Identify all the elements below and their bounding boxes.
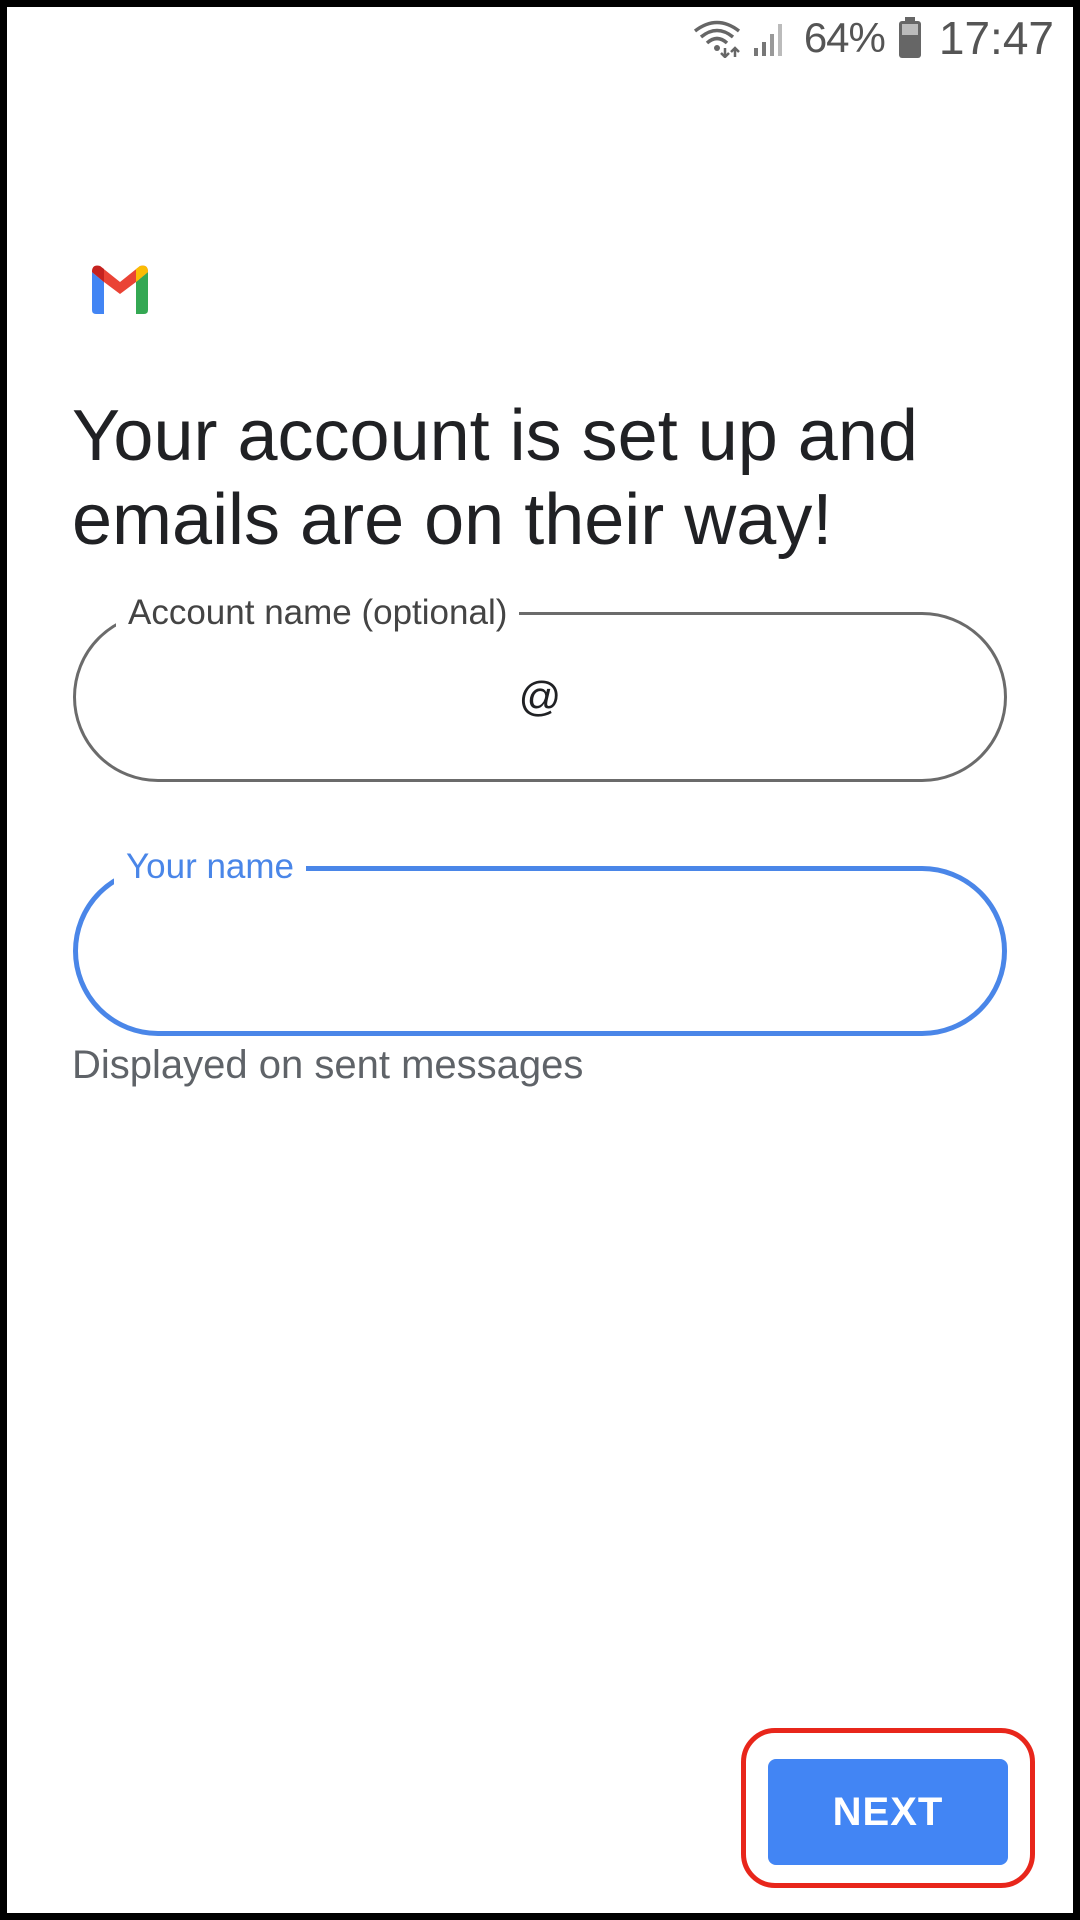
wifi-icon xyxy=(693,20,740,58)
page-title: Your account is set up and emails are on… xyxy=(72,396,918,560)
gmail-logo xyxy=(92,265,148,314)
account-name-value[interactable]: @ xyxy=(76,615,1004,779)
your-name-field[interactable]: Your name xyxy=(73,845,1007,1036)
your-name-label: Your name xyxy=(114,845,306,889)
clock: 17:47 xyxy=(938,12,1054,64)
your-name-input[interactable] xyxy=(118,911,962,991)
battery-percent: 64% xyxy=(803,14,886,61)
account-name-field[interactable]: Account name (optional) @ xyxy=(73,591,1007,782)
status-bar: 64% 17:47 xyxy=(692,8,1054,68)
next-button[interactable]: NEXT xyxy=(768,1759,1008,1865)
signal-icon xyxy=(753,24,782,56)
battery-icon xyxy=(898,17,921,58)
your-name-helper-text: Displayed on sent messages xyxy=(72,1043,584,1087)
